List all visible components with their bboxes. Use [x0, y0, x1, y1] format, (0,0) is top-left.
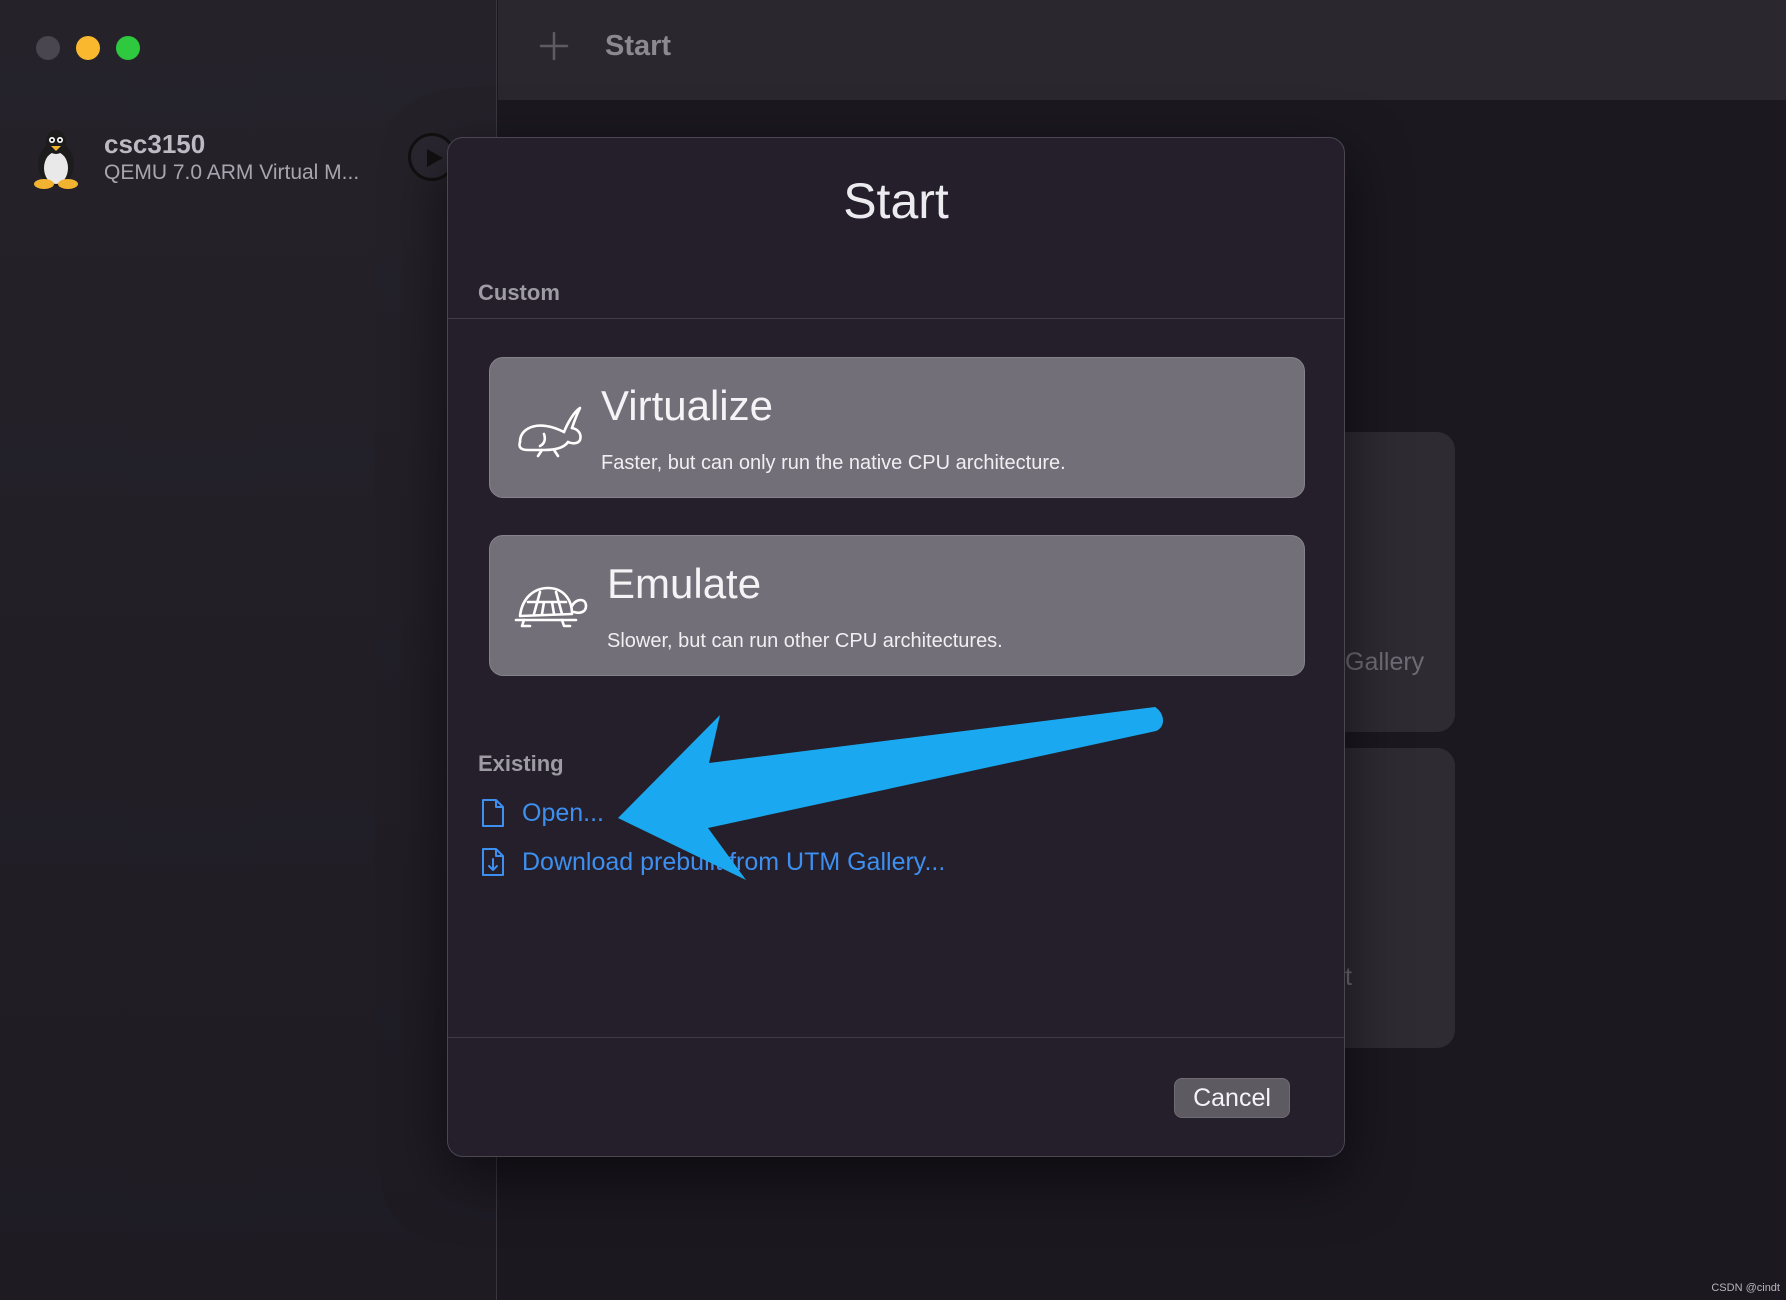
emulate-description: Slower, but can run other CPU architectu… [607, 630, 1003, 652]
download-link-label: Download prebuilt from UTM Gallery... [522, 847, 946, 876]
virtualize-title: Virtualize [601, 382, 773, 429]
window-controls [36, 36, 140, 60]
tux-linux-icon [34, 130, 78, 189]
divider [448, 1037, 1344, 1038]
document-icon [482, 799, 504, 827]
watermark: CSDN @cindt [1711, 1282, 1780, 1294]
section-label-custom: Custom [478, 280, 560, 305]
emulate-title: Emulate [607, 560, 762, 607]
vm-name: csc3150 [104, 129, 206, 159]
dialog-title: Start [843, 173, 949, 229]
maximize-window-button[interactable] [116, 36, 140, 60]
background-card-label: Gallery [1345, 648, 1425, 676]
turtle-icon [514, 586, 588, 628]
download-gallery-link[interactable]: Download prebuilt from UTM Gallery... [480, 847, 945, 877]
virtualize-option[interactable]: Virtualize Faster, but can only run the … [489, 357, 1305, 498]
open-vm-link[interactable]: Open... [480, 798, 604, 828]
background-card-label: t [1345, 963, 1352, 991]
plus-icon[interactable] [538, 30, 570, 62]
play-icon [427, 149, 443, 167]
start-dialog: Start Custom Virtualize Faster, but can … [447, 137, 1345, 1157]
close-window-button[interactable] [36, 36, 60, 60]
emulate-option[interactable]: Emulate Slower, but can run other CPU ar… [489, 535, 1305, 676]
rabbit-icon [518, 406, 582, 458]
minimize-window-button[interactable] [76, 36, 100, 60]
toolbar-title: Start [605, 30, 672, 62]
virtualize-description: Faster, but can only run the native CPU … [601, 452, 1066, 474]
sidebar: csc3150 QEMU 7.0 ARM Virtual M... [0, 0, 497, 1300]
cancel-button[interactable]: Cancel [1174, 1078, 1290, 1118]
divider [448, 318, 1344, 319]
vm-description: QEMU 7.0 ARM Virtual M... [104, 161, 360, 184]
section-label-existing: Existing [478, 751, 564, 776]
main-toolbar: Start [498, 0, 1786, 100]
vm-text: csc3150 QEMU 7.0 ARM Virtual M... [104, 129, 359, 187]
document-download-icon [482, 848, 504, 876]
open-link-label: Open... [522, 798, 604, 827]
sidebar-vm-item[interactable]: csc3150 QEMU 7.0 ARM Virtual M... [24, 126, 359, 190]
